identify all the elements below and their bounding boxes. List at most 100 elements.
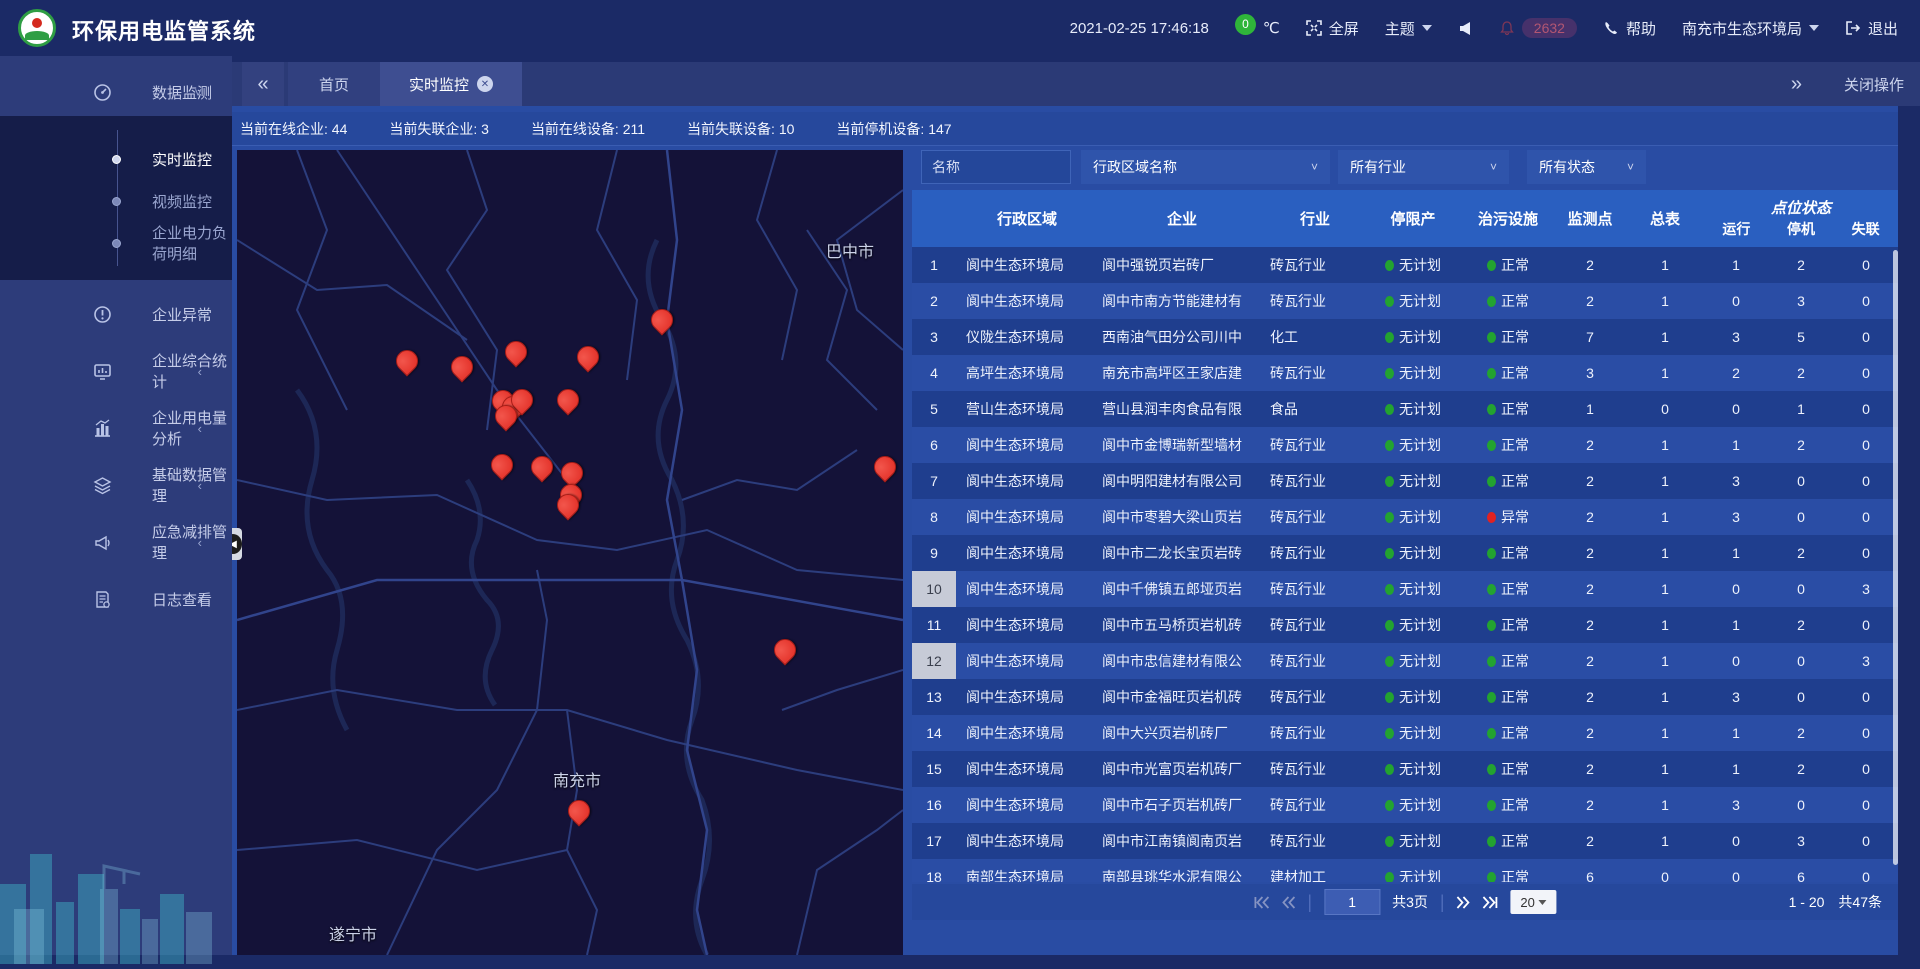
sidebar-item-label: 企业用电量分析 xyxy=(152,407,232,449)
cell-running: 1 xyxy=(1704,751,1768,787)
tabs-scroll-left-button[interactable]: « xyxy=(242,62,284,106)
cell-lost: 0 xyxy=(1834,247,1898,283)
page-number-input[interactable] xyxy=(1324,889,1380,915)
cell-halted: 0 xyxy=(1768,643,1834,679)
stat-item: 当前停机设备: 147 xyxy=(836,119,951,139)
mute-button[interactable] xyxy=(1458,21,1473,36)
table-row[interactable]: 5营山生态环境局营山县润丰肉食品有限食品无计划正常10010 xyxy=(912,391,1898,427)
status-dot-icon xyxy=(1487,692,1496,703)
table-row[interactable]: 10阆中生态环境局阆中千佛镇五郎垭页岩砖瓦行业无计划正常21003 xyxy=(912,571,1898,607)
table-row[interactable]: 7阆中生态环境局阆中明阳建材有限公司砖瓦行业无计划正常21300 xyxy=(912,463,1898,499)
table-row[interactable]: 13阆中生态环境局阆中市金福旺页岩机砖砖瓦行业无计划正常21300 xyxy=(912,679,1898,715)
tab-realtime-monitor[interactable]: 实时监控 ✕ xyxy=(380,62,522,106)
cell-running: 0 xyxy=(1704,283,1768,319)
sidebar-item-数据监测[interactable]: 数据监测˅ xyxy=(0,68,232,116)
cell-stop-status: 无计划 xyxy=(1364,859,1462,882)
cell-total-meter: 1 xyxy=(1626,535,1704,571)
cell-region: 仪陇生态环境局 xyxy=(956,319,1098,355)
cell-total-meter: 1 xyxy=(1626,823,1704,859)
cell-index: 14 xyxy=(912,715,956,751)
cell-region: 阆中生态环境局 xyxy=(956,751,1098,787)
close-operations-button[interactable]: 关闭操作 xyxy=(1844,62,1904,106)
chevron-left-icon: ‹ xyxy=(198,307,202,322)
table-row[interactable]: 3仪陇生态环境局西南油气田分公司川中化工无计划正常71350 xyxy=(912,319,1898,355)
table-scrollbar[interactable] xyxy=(1893,250,1898,865)
sidebar-subitem-视频监控[interactable]: 视频监控 xyxy=(0,180,232,222)
stats-icon xyxy=(91,362,113,381)
table-row[interactable]: 15阆中生态环境局阆中市光富页岩机砖厂砖瓦行业无计划正常21120 xyxy=(912,751,1898,787)
gauge-icon xyxy=(91,83,113,102)
status-dot-icon xyxy=(1385,620,1394,631)
name-search-input[interactable] xyxy=(921,150,1071,184)
col-header-行政区域: 行政区域 xyxy=(956,190,1098,247)
tab-home[interactable]: 首页 xyxy=(288,62,380,106)
table-row[interactable]: 8阆中生态环境局阆中市枣碧大梁山页岩砖瓦行业无计划异常21300 xyxy=(912,499,1898,535)
table-row[interactable]: 16阆中生态环境局阆中市石子页岩机砖厂砖瓦行业无计划正常21300 xyxy=(912,787,1898,823)
table-row[interactable]: 18南部生态环境局南部县珧华水泥有限公建材加工无计划正常60060 xyxy=(912,859,1898,882)
industry-filter-select[interactable]: 所有行业 ˅ xyxy=(1338,150,1509,184)
cell-region: 阆中生态环境局 xyxy=(956,607,1098,643)
cell-facility-status: 正常 xyxy=(1462,679,1554,715)
last-page-button[interactable] xyxy=(1483,896,1499,909)
tab-bar: « 首页 实时监控 ✕ » 关闭操作 xyxy=(232,62,1920,106)
submenu-dot-icon xyxy=(112,197,121,206)
status-dot-icon xyxy=(1385,476,1394,487)
cell-industry: 砖瓦行业 xyxy=(1266,715,1364,751)
subcol-header-失联: 失联 xyxy=(1833,219,1898,239)
sidebar-item-企业用电量分析[interactable]: 企业用电量分析‹ xyxy=(0,405,232,451)
table-row[interactable]: 9阆中生态环境局阆中市二龙长宝页岩砖砖瓦行业无计划正常21120 xyxy=(912,535,1898,571)
cell-company: 阆中强锐页岩砖厂 xyxy=(1098,247,1266,283)
status-dot-icon xyxy=(1487,728,1496,739)
org-menu[interactable]: 南充市生态环境局 xyxy=(1682,18,1819,39)
table-row[interactable]: 1阆中生态环境局阆中强锐页岩砖厂砖瓦行业无计划正常21120 xyxy=(912,247,1898,283)
table-row[interactable]: 17阆中生态环境局阆中市江南镇阆南页岩砖瓦行业无计划正常21030 xyxy=(912,823,1898,859)
first-page-button[interactable] xyxy=(1253,896,1269,909)
cell-running: 1 xyxy=(1704,247,1768,283)
next-page-button[interactable] xyxy=(1457,896,1471,909)
page-size-select[interactable]: 20 xyxy=(1511,890,1557,914)
sidebar-item-企业异常[interactable]: 企业异常‹ xyxy=(0,291,232,337)
sidebar-item-日志查看[interactable]: 日志查看‹ xyxy=(0,576,232,622)
table-row[interactable]: 6阆中生态环境局阆中市金博瑞新型墙材砖瓦行业无计划正常21120 xyxy=(912,427,1898,463)
table-row[interactable]: 2阆中生态环境局阆中市南方节能建材有砖瓦行业无计划正常21030 xyxy=(912,283,1898,319)
cell-stop-status: 无计划 xyxy=(1364,463,1462,499)
cell-company: 营山县润丰肉食品有限 xyxy=(1098,391,1266,427)
cell-facility-status: 异常 xyxy=(1462,499,1554,535)
tab-close-icon[interactable]: ✕ xyxy=(477,76,493,92)
cell-industry: 砖瓦行业 xyxy=(1266,355,1364,391)
prev-page-button[interactable] xyxy=(1281,896,1295,909)
fullscreen-button[interactable]: 全屏 xyxy=(1306,18,1359,39)
region-filter-select[interactable]: 行政区域名称 ˅ xyxy=(1081,150,1330,184)
cell-total-meter: 1 xyxy=(1626,247,1704,283)
tabs-scroll-right-button[interactable]: » xyxy=(1791,62,1802,106)
cell-total-meter: 1 xyxy=(1626,571,1704,607)
table-row[interactable]: 11阆中生态环境局阆中市五马桥页岩机砖砖瓦行业无计划正常21120 xyxy=(912,607,1898,643)
cell-running: 3 xyxy=(1704,463,1768,499)
help-button[interactable]: 帮助 xyxy=(1603,18,1656,39)
map-panel[interactable]: 巴中市南充市遂宁市 ◀ xyxy=(237,150,903,955)
notification-widget[interactable]: 2632 xyxy=(1499,18,1577,38)
sidebar-item-企业综合统计[interactable]: 企业综合统计‹ xyxy=(0,348,232,394)
cell-stop-status: 无计划 xyxy=(1364,283,1462,319)
status-filter-select[interactable]: 所有状态 ˅ xyxy=(1527,150,1646,184)
table-row[interactable]: 4高坪生态环境局南充市高坪区王家店建砖瓦行业无计划正常31220 xyxy=(912,355,1898,391)
cell-stop-status: 无计划 xyxy=(1364,715,1462,751)
cell-region: 阆中生态环境局 xyxy=(956,535,1098,571)
col-group-point-status: 点位状态运行停机失联 xyxy=(1704,190,1898,247)
theme-menu[interactable]: 主题 xyxy=(1385,18,1432,39)
sidebar-item-应急减排管理[interactable]: 应急减排管理‹ xyxy=(0,519,232,565)
cell-running: 3 xyxy=(1704,319,1768,355)
sidebar-subitem-企业电力负荷明细[interactable]: 企业电力负荷明细 xyxy=(0,222,232,264)
cell-lost: 3 xyxy=(1834,571,1898,607)
sidebar-item-基础数据管理[interactable]: 基础数据管理‹ xyxy=(0,462,232,508)
table-row[interactable]: 14阆中生态环境局阆中大兴页岩机砖厂砖瓦行业无计划正常21120 xyxy=(912,715,1898,751)
sidebar-subitem-实时监控[interactable]: 实时监控 xyxy=(0,138,232,180)
cell-halted: 3 xyxy=(1768,823,1834,859)
cell-running: 0 xyxy=(1704,643,1768,679)
logout-button[interactable]: 退出 xyxy=(1845,18,1898,39)
layers-icon xyxy=(91,476,113,495)
alert-icon xyxy=(91,305,113,324)
pager-divider: | xyxy=(1440,892,1445,913)
status-dot-icon xyxy=(1487,548,1496,559)
table-row[interactable]: 12阆中生态环境局阆中市忠信建材有限公砖瓦行业无计划正常21003 xyxy=(912,643,1898,679)
